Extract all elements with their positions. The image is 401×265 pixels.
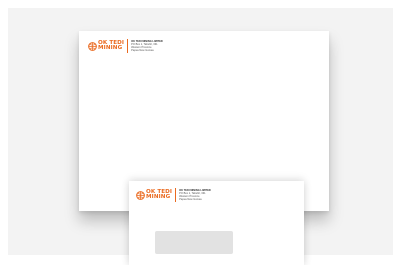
logo-divider [127, 39, 129, 53]
logo-wordmark: OK TEDI MINING [146, 189, 172, 200]
window-envelope: OK TEDI MINING OK TEDI MINING LIMITED PO… [129, 181, 304, 265]
logo-divider [175, 188, 177, 202]
mockup-stage: OK TEDI MINING OK TEDI MINING LIMITED PO… [0, 0, 401, 265]
address-window [155, 231, 233, 254]
letterhead-logo: OK TEDI MINING OK TEDI MINING LIMITED PO… [88, 39, 163, 53]
logo-word-bottom: MINING [146, 194, 171, 200]
ok-tedi-globe-icon [88, 41, 97, 51]
return-address: OK TEDI MINING LIMITED PO Box 1, Tabubil… [179, 189, 211, 201]
address-line: Papua New Guinea [131, 49, 154, 52]
logo-wordmark: OK TEDI MINING [98, 40, 124, 51]
return-address: OK TEDI MINING LIMITED PO Box 1, Tabubil… [131, 40, 163, 52]
letterhead-logo: OK TEDI MINING OK TEDI MINING LIMITED PO… [136, 188, 211, 202]
ok-tedi-globe-icon [136, 190, 145, 200]
address-line: Papua New Guinea [179, 198, 202, 201]
logo-word-bottom: MINING [98, 45, 123, 51]
